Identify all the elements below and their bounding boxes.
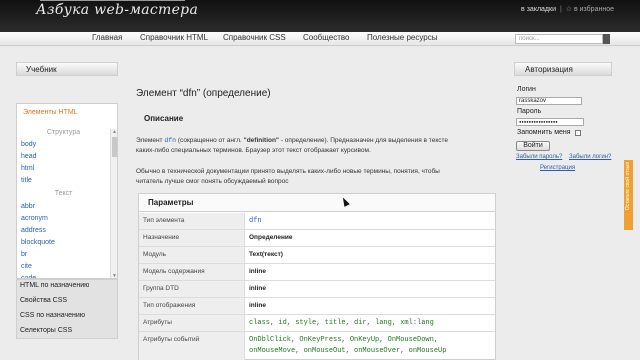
table-row: Модель содержания inline [139, 264, 495, 281]
p2-line-1: Обычно в технической документации принят… [136, 168, 440, 175]
password-field[interactable]: ●●●●●●●●●●●●●●●● [516, 118, 584, 126]
p1-text-c: - определение). Предназначен для выделен… [279, 137, 449, 144]
table-row: Группа DTD inline [139, 281, 495, 298]
sidebar-link-acronym[interactable]: acronym [21, 215, 48, 222]
row-value: OnDblClick, OnKeyPress, OnKeyUp, OnMouse… [249, 335, 493, 357]
scroll-up-icon[interactable]: ▲ [112, 129, 117, 135]
sidebar-menu: Элементы HTML Структура body head html t… [16, 103, 118, 279]
forgot-login-link[interactable]: Забыли логин? [569, 154, 611, 160]
row-key: Атрибуты [139, 315, 245, 331]
nav-home[interactable]: Главная [92, 33, 122, 42]
p1-text-b: (сокращенно от англ. [176, 137, 244, 144]
table-row: Атрибуты событий OnDblClick, OnKeyPress,… [139, 332, 495, 360]
bookmarks-link[interactable]: в закладки [521, 6, 556, 13]
sidebar-section-css-selectors[interactable]: Селекторы CSS [20, 327, 72, 334]
sidebar-head-html-elements[interactable]: Элементы HTML [23, 109, 78, 116]
separator: | [559, 6, 562, 13]
nav-html-reference[interactable]: Справочник HTML [140, 33, 208, 42]
row-key: Назначение [139, 230, 245, 246]
forgot-password-link[interactable]: Забыли пароль? [516, 154, 562, 160]
row-value: inline [249, 302, 266, 309]
site-header: Азбука web-мастера в закладки | ☆ в избр… [0, 0, 640, 32]
favorites-link[interactable]: в избранное [574, 6, 614, 13]
register-link[interactable]: Регистрация [540, 165, 575, 171]
p1-text-a: Элемент [136, 137, 165, 144]
login-field[interactable]: rasskazov [516, 97, 582, 105]
page-title: Элемент “dfn” (определение) [136, 88, 271, 99]
table-row: Назначение Определение [139, 230, 495, 247]
row-key: Группа DTD [139, 281, 245, 297]
sidebar-sections: HTML по назначению Свойства CSS CSS по н… [16, 279, 118, 339]
sidebar-link-br[interactable]: br [21, 251, 27, 258]
row-key: Атрибуты событий [139, 332, 245, 360]
star-icon: ☆ [565, 6, 573, 13]
sidebar-title: Учебник [26, 65, 57, 74]
parameters-table: Параметры Тип элемента dfn Назначение Оп… [138, 193, 496, 360]
sidebar-title-box: Учебник [16, 62, 118, 76]
table-row: Модуль Text(текст) [139, 247, 495, 264]
header-links: в закладки | ☆ в избранное [521, 5, 614, 13]
row-value: Определение [249, 234, 293, 241]
events-line-1: OnDblClick, OnKeyPress, OnKeyUp, OnMouse… [249, 336, 439, 344]
password-label: Пароль [517, 108, 542, 115]
sidebar-group-text: Текст [54, 190, 73, 197]
logo-rule [40, 0, 185, 1]
nav-useful-resources[interactable]: Полезные ресурсы [367, 33, 437, 42]
sidebar-link-blockquote[interactable]: blockquote [21, 239, 55, 246]
feedback-tab[interactable]: Оставьте свой отзыв [624, 160, 633, 230]
row-value: class, id, style, title, dir, lang, xml:… [249, 319, 434, 327]
sidebar-link-cite[interactable]: cite [21, 263, 32, 270]
sidebar-section-css-properties[interactable]: Свойства CSS [20, 297, 67, 304]
scrollbar-thumb[interactable] [112, 137, 117, 157]
table-row: Тип отображения inline [139, 298, 495, 315]
table-row: Атрибуты class, id, style, title, dir, l… [139, 315, 495, 332]
row-key: Тип отображения [139, 298, 245, 314]
search-button[interactable] [603, 34, 610, 44]
row-value: dfn [249, 217, 262, 225]
remember-me-checkbox[interactable] [575, 130, 581, 136]
row-key: Тип элемента [139, 213, 245, 229]
sidebar-link-html[interactable]: html [21, 165, 34, 172]
row-key: Модуль [139, 247, 245, 263]
sidebar-link-head[interactable]: head [21, 153, 37, 160]
p1-code-dfn: dfn [164, 137, 177, 144]
row-value: Text(текст) [249, 251, 283, 258]
sidebar-scrollbar[interactable]: ▲ ▼ [110, 129, 117, 278]
sidebar-link-abbr[interactable]: abbr [21, 203, 35, 210]
description-heading: Описание [144, 114, 184, 123]
auth-title-box: Авторизация [514, 62, 612, 76]
search-input[interactable]: поиск... [515, 34, 603, 44]
parameters-title: Параметры [148, 198, 194, 207]
sidebar-link-body[interactable]: body [21, 141, 36, 148]
nav-community[interactable]: Сообщество [303, 33, 349, 42]
main-content: Элемент “dfn” (определение) Описание Эле… [130, 78, 506, 360]
sidebar-link-title[interactable]: title [21, 177, 32, 184]
nav-css-reference[interactable]: Справочник CSS [223, 33, 286, 42]
description-paragraph-1: Элемент dfn (сокращенно от англ. "defini… [136, 136, 496, 156]
p1-bold-definition: "definition" [243, 137, 280, 144]
p2-line-2: читатель лучше смог понять обсуждаемый в… [136, 178, 289, 185]
login-button[interactable]: Войти [516, 141, 550, 151]
events-line-2: onMouseMove, onMouseOut, onMouseOver, on… [249, 347, 447, 355]
remember-me-label: Запомнить меня [517, 129, 571, 136]
row-value: inline [249, 285, 266, 292]
sidebar-link-address[interactable]: address [21, 227, 46, 234]
feedback-tab-label: Оставьте свой отзыв [625, 162, 631, 211]
table-row: Тип элемента dfn [139, 213, 495, 230]
description-paragraph-2: Обычно в технической документации принят… [136, 167, 496, 187]
auth-title: Авторизация [525, 65, 573, 74]
row-value: inline [249, 268, 266, 275]
sidebar-section-css-by-purpose[interactable]: CSS по назначению [20, 312, 85, 319]
site-logo[interactable]: Азбука web-мастера [36, 2, 198, 18]
login-label: Логин [517, 86, 536, 93]
row-key: Модель содержания [139, 264, 245, 280]
p1-line-2: каких-либо специальных терминов. Браузер… [136, 147, 371, 154]
sidebar-group-structure: Структура [46, 129, 81, 136]
parameters-header: Параметры [139, 194, 495, 212]
sidebar-section-html-by-purpose[interactable]: HTML по назначению [20, 282, 89, 289]
